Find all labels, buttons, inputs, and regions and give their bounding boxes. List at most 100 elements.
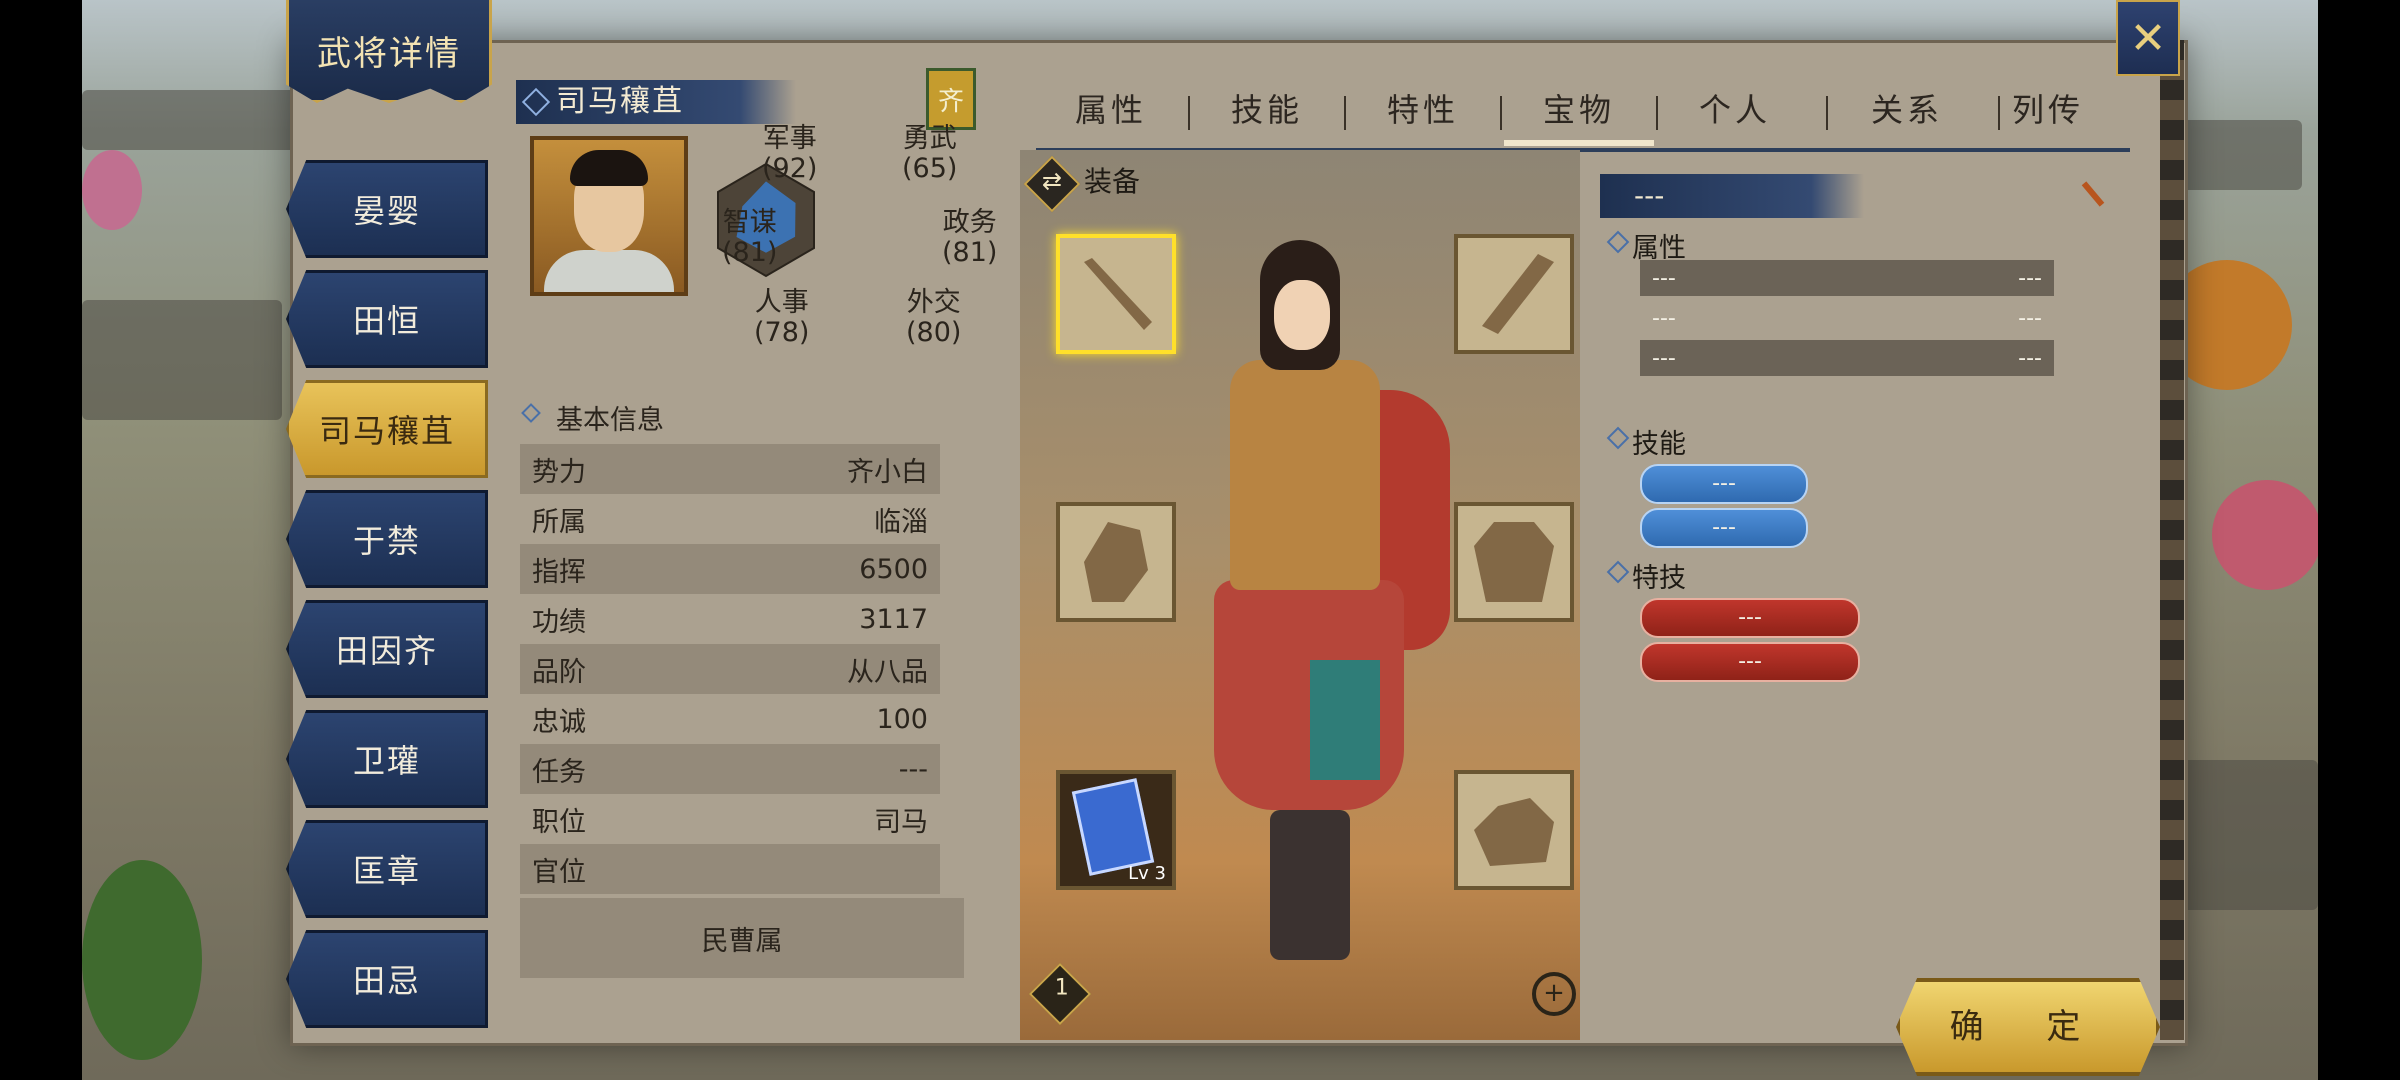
officer-tab-1[interactable]: 晏婴 xyxy=(286,160,488,258)
basic-info-title: 基本信息 xyxy=(516,398,664,437)
stat-diplomacy: 外交 (80) xyxy=(906,287,962,348)
treasure-slot[interactable] xyxy=(1454,770,1574,890)
book-slot[interactable]: Lv 3 xyxy=(1056,770,1176,890)
info-label: 官位 xyxy=(532,856,586,888)
tab-traits[interactable]: 特性 xyxy=(1348,80,1498,140)
info-value: --- xyxy=(898,753,928,785)
bow-icon xyxy=(1482,254,1554,334)
basic-info-table: 势力 齐小白所属 临淄指挥 6500 功绩 3117 品阶 从八品忠诚 100 任务 --- 职位 司马… xyxy=(520,444,940,894)
background-tree xyxy=(2212,480,2318,590)
info-row: 官位 xyxy=(520,844,940,894)
portrait-hair xyxy=(570,150,648,186)
horse-slot[interactable] xyxy=(1056,502,1176,622)
hero-boots xyxy=(1270,810,1350,960)
equipment-panel: ⇄ 装备 Lv 3 1 + xyxy=(1020,150,1580,1040)
office-title: 民曹属 xyxy=(520,898,964,978)
officer-portrait[interactable] xyxy=(530,136,688,296)
info-row: 所属 临淄 xyxy=(520,494,940,544)
specials-title: 特技 xyxy=(1604,556,1686,595)
bow-slot[interactable] xyxy=(1454,234,1574,354)
info-row: 功绩 3117 xyxy=(520,594,940,644)
stat-valor: 勇武 (65) xyxy=(902,123,958,184)
panel-rope-border xyxy=(2160,40,2184,1040)
attribute-row: --- --- xyxy=(1652,305,2042,331)
armor-slot[interactable] xyxy=(1454,502,1574,622)
info-value: 从八品 xyxy=(847,656,928,688)
zoom-in-button[interactable]: + xyxy=(1532,972,1576,1016)
confirm-button[interactable]: 确 定 xyxy=(1896,978,2160,1076)
state-badge: 齐 xyxy=(926,68,976,130)
info-row: 忠诚 100 xyxy=(520,694,940,744)
officer-full-art xyxy=(1170,240,1450,960)
portrait-robe xyxy=(544,250,674,292)
officer-tab-6[interactable]: 卫瓘 xyxy=(286,710,488,808)
diamond-icon xyxy=(521,87,551,117)
tab-treasures[interactable]: 宝物 xyxy=(1504,80,1654,146)
skill-pill[interactable]: --- xyxy=(1640,464,1808,504)
diamond-icon xyxy=(521,403,541,423)
info-label: 所属 xyxy=(532,506,586,538)
attribute-row: --- --- xyxy=(1640,260,2054,296)
weapon-slot[interactable] xyxy=(1056,234,1176,354)
close-button[interactable]: ✕ xyxy=(2116,0,2180,76)
tab-personal[interactable]: 个人 xyxy=(1660,80,1810,140)
info-row: 职位 司马 xyxy=(520,794,940,844)
close-x-icon: ✕ xyxy=(2129,12,2167,64)
edit-pen-icon[interactable] xyxy=(2081,181,2105,207)
skills-title: 技能 xyxy=(1604,422,1686,461)
background-tree xyxy=(82,150,142,230)
page-indicator: 1 xyxy=(1028,962,1092,1026)
treasure-icon xyxy=(1474,798,1554,866)
tab-separator xyxy=(1656,96,1658,130)
officer-tab-2[interactable]: 田恒 xyxy=(286,270,488,368)
tab-separator xyxy=(1344,96,1346,130)
tab-relations[interactable]: 关系 xyxy=(1832,80,1982,140)
officer-name-plate: 司马穰苴 xyxy=(516,80,796,124)
treasure-name: --- xyxy=(1600,174,1864,218)
info-value: 100 xyxy=(876,703,928,735)
page-title: 武将详情 xyxy=(286,0,492,103)
tab-biography[interactable]: 列传 xyxy=(1986,80,2110,140)
treasure-detail-panel: --- 属性 --- --- --- --- --- --- 技能 --- --- 特… xyxy=(1600,166,2120,766)
tab-bar: 属性 技能 特性 宝物 个人 关系 列传 xyxy=(1036,80,2130,152)
officer-tab-7[interactable]: 匡章 xyxy=(286,820,488,918)
background-tree xyxy=(82,860,202,1060)
special-pill[interactable]: --- xyxy=(1640,598,1860,638)
info-label: 指挥 xyxy=(532,556,586,588)
item-level: Lv 3 xyxy=(1128,863,1166,884)
info-row: 任务 --- xyxy=(520,744,940,794)
stat-politics: 政务 (81) xyxy=(942,207,998,268)
officer-tab-5[interactable]: 田因齐 xyxy=(286,600,488,698)
info-label: 功绩 xyxy=(532,606,586,638)
tab-skills[interactable]: 技能 xyxy=(1192,80,1342,140)
info-label: 忠诚 xyxy=(532,706,586,738)
special-pill[interactable]: --- xyxy=(1640,642,1860,682)
diamond-icon xyxy=(1606,560,1630,584)
hero-sash xyxy=(1310,660,1380,780)
background-roof xyxy=(82,300,282,420)
book-icon xyxy=(1071,778,1155,876)
info-label: 势力 xyxy=(532,456,586,488)
officer-tab-active[interactable]: 司马穰苴 xyxy=(286,380,488,478)
tab-separator xyxy=(1500,96,1502,130)
info-label: 品阶 xyxy=(532,656,586,688)
officer-tab-4[interactable]: 于禁 xyxy=(286,490,488,588)
stat-strategy: 智谋 (81) xyxy=(722,207,778,268)
info-row: 品阶 从八品 xyxy=(520,644,940,694)
info-value: 临淄 xyxy=(874,506,928,538)
armor-icon xyxy=(1474,522,1554,602)
equipment-title: 装备 xyxy=(1084,165,1141,198)
diamond-icon xyxy=(1606,426,1630,450)
tab-separator xyxy=(1826,96,1828,130)
info-label: 职位 xyxy=(532,806,586,838)
info-row: 势力 齐小白 xyxy=(520,444,940,494)
info-label: 任务 xyxy=(532,756,586,788)
halberd-icon xyxy=(1084,258,1152,330)
tab-separator xyxy=(1188,96,1190,130)
officer-info-column: 司马穰苴 齐 军事 (92) 勇武 (65) 智谋 (81) 政务 (81) 人事 (78… xyxy=(496,60,998,1030)
tab-attributes[interactable]: 属性 xyxy=(1036,80,1186,140)
info-value: 齐小白 xyxy=(847,456,928,488)
info-value: 6500 xyxy=(859,553,928,585)
officer-tab-8[interactable]: 田忌 xyxy=(286,930,488,1028)
skill-pill[interactable]: --- xyxy=(1640,508,1808,548)
